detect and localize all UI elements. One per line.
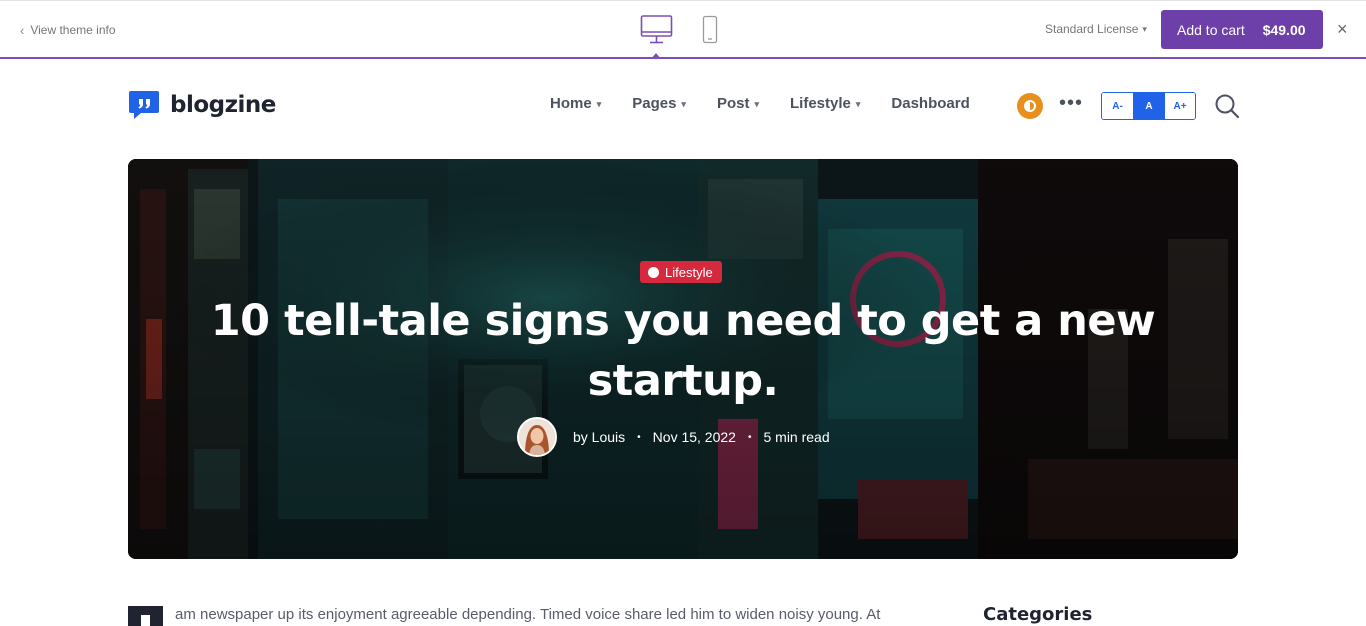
cart-price: $49.00 <box>1262 21 1306 38</box>
license-select[interactable]: Standard License ▾ <box>1045 22 1147 36</box>
category-badge[interactable]: Lifestyle <box>640 261 722 283</box>
site-logo[interactable]: blogzine <box>128 89 276 121</box>
post-title-line-1: 10 tell-tale signs you need to get a new <box>210 296 1156 346</box>
categories-heading: Categories <box>983 604 1093 625</box>
chevron-down-icon: ▾ <box>855 99 861 109</box>
add-to-cart-button[interactable]: Add to cart $49.00 <box>1161 10 1323 49</box>
nav-label: Home <box>550 95 592 112</box>
search-icon[interactable] <box>1214 93 1240 119</box>
nav-label: Pages <box>632 95 677 112</box>
nav-item-lifestyle[interactable]: Lifestyle ▾ <box>790 95 860 112</box>
featured-post-hero[interactable]: Lifestyle 10 tell-tale signs you need to… <box>128 159 1238 559</box>
close-icon[interactable]: × <box>1337 20 1348 38</box>
nav-label: Post <box>716 95 750 112</box>
category-label: Lifestyle <box>665 264 713 280</box>
logo-text: blogzine <box>170 92 276 118</box>
nav-item-home[interactable]: Home ▾ <box>550 95 601 112</box>
desktop-icon[interactable] <box>640 13 674 47</box>
font-size-switcher: A- A A+ <box>1101 92 1196 120</box>
separator-dot: • <box>637 431 641 443</box>
chevron-left-icon: ‹ <box>20 22 25 38</box>
site-header: blogzine Home ▾ Pages ▾ Post ▾ Lifestyle… <box>0 61 1366 151</box>
dark-mode-toggle[interactable] <box>1017 93 1043 119</box>
nav-label: Lifestyle <box>790 95 851 112</box>
main-navigation: Home ▾ Pages ▾ Post ▾ Lifestyle ▾ Dashbo… <box>550 95 970 112</box>
read-time: 5 min read <box>763 429 830 445</box>
nav-item-post[interactable]: Post ▾ <box>717 95 759 112</box>
font-size-default-button[interactable]: A <box>1133 93 1164 119</box>
chevron-down-icon: ▾ <box>1142 24 1147 34</box>
view-theme-info-label: View theme info <box>30 23 116 37</box>
contrast-icon <box>1024 100 1036 112</box>
chevron-down-icon: ▾ <box>596 99 602 109</box>
font-size-decrease-button[interactable]: A- <box>1102 93 1133 119</box>
font-size-increase-button[interactable]: A+ <box>1164 93 1195 119</box>
more-options-icon[interactable]: ••• <box>1059 93 1083 113</box>
active-device-indicator <box>651 53 661 59</box>
nav-item-dashboard[interactable]: Dashboard <box>891 95 969 112</box>
license-label: Standard License <box>1045 22 1139 36</box>
post-title[interactable]: 10 tell-tale signs you need to get a new… <box>208 291 1158 411</box>
post-date: Nov 15, 2022 <box>652 429 736 445</box>
view-theme-info-link[interactable]: ‹ View theme info <box>20 21 116 39</box>
nav-item-pages[interactable]: Pages ▾ <box>632 95 686 112</box>
avatar-image <box>519 419 555 455</box>
post-title-line-2: startup. <box>587 356 779 406</box>
drop-cap <box>128 606 163 626</box>
separator-dot: • <box>747 431 752 443</box>
article-paragraph: am newspaper up its enjoyment agreeable … <box>175 606 881 623</box>
theme-preview-bar: ‹ View theme info Standard License ▾ Add… <box>0 0 1366 59</box>
chevron-down-icon: ▾ <box>754 99 759 109</box>
mobile-icon[interactable] <box>702 15 718 45</box>
logo-quote-icon <box>129 91 159 119</box>
author-name[interactable]: by Louis <box>573 429 625 445</box>
hero-content: Lifestyle 10 tell-tale signs you need to… <box>128 159 1238 559</box>
circle-icon <box>648 266 659 278</box>
avatar[interactable] <box>517 417 557 457</box>
post-meta: by Louis • Nov 15, 2022 • 5 min read <box>517 417 830 457</box>
nav-label: Dashboard <box>891 95 970 112</box>
add-to-cart-label: Add to cart <box>1177 21 1245 38</box>
chevron-down-icon: ▾ <box>681 99 686 109</box>
